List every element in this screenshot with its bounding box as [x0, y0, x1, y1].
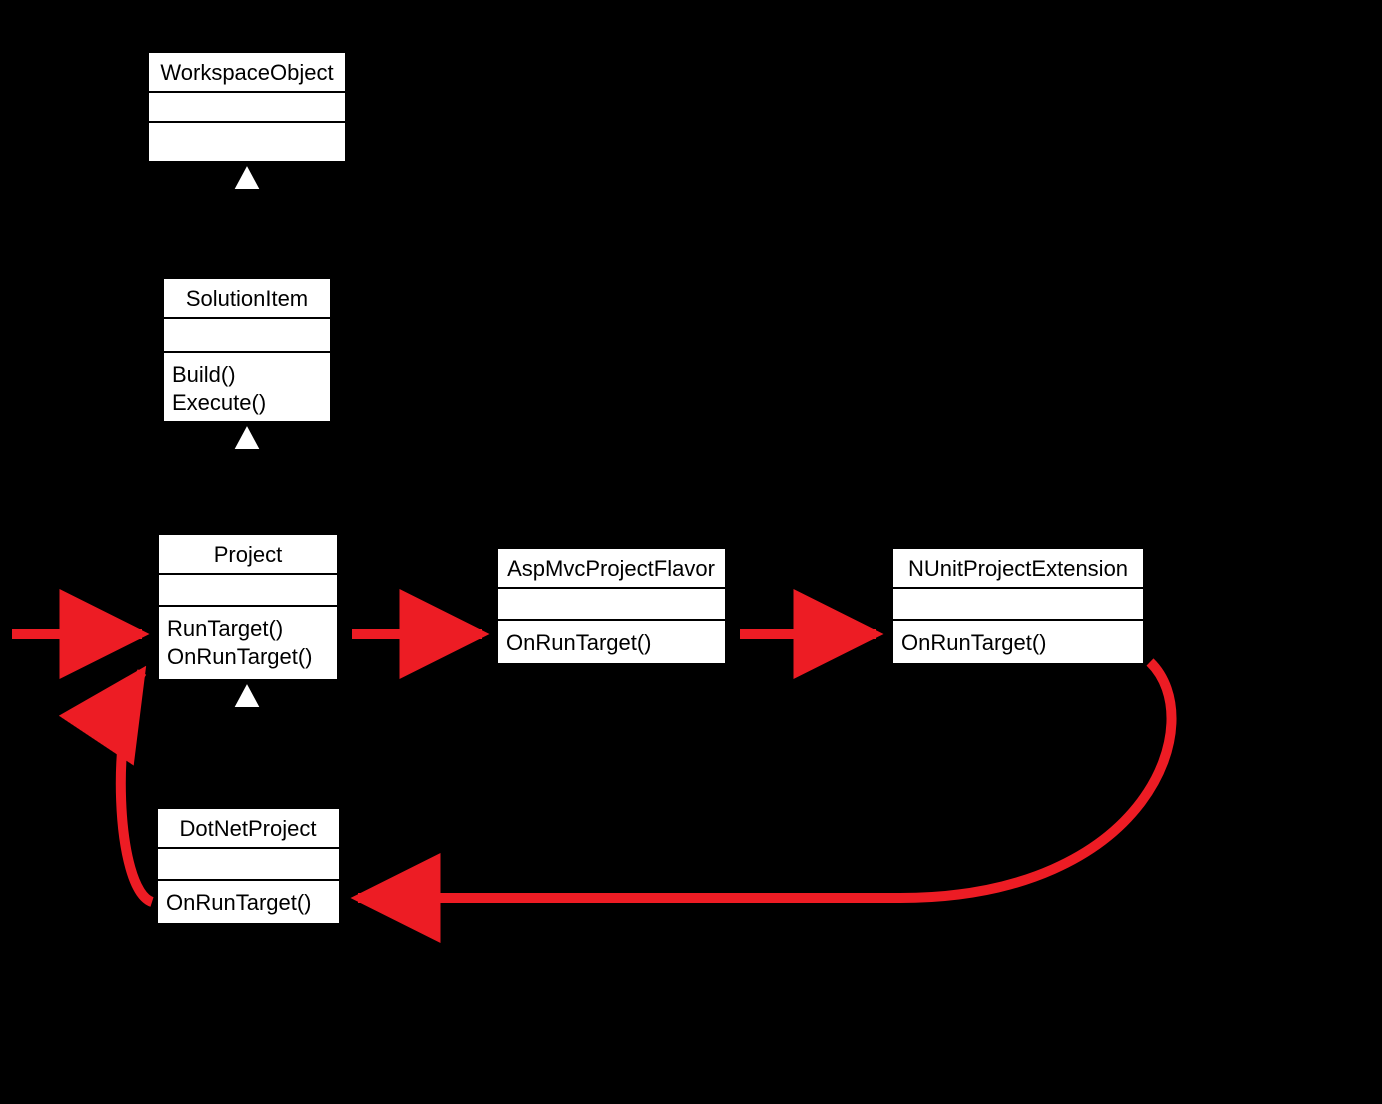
class-workspace-object: WorkspaceObject: [148, 52, 346, 162]
class-title: AspMvcProjectFlavor: [507, 556, 715, 581]
class-title: SolutionItem: [186, 286, 308, 311]
method-onruntarget: OnRunTarget(): [167, 644, 313, 669]
class-aspmvc-project-flavor: AspMvcProjectFlavor OnRunTarget(): [497, 548, 726, 664]
class-nunit-project-extension: NUnitProjectExtension OnRunTarget(): [892, 548, 1144, 664]
method-onruntarget: OnRunTarget(): [166, 890, 312, 915]
class-title: DotNetProject: [180, 816, 317, 841]
method-build: Build(): [172, 362, 236, 387]
arrow-dotnet-to-project: [121, 672, 152, 902]
class-title: NUnitProjectExtension: [908, 556, 1128, 581]
method-runtarget: RunTarget(): [167, 616, 283, 641]
class-title: Project: [214, 542, 282, 567]
arrow-nunit-to-dotnet: [358, 662, 1172, 898]
class-title: WorkspaceObject: [160, 60, 333, 85]
method-execute: Execute(): [172, 390, 266, 415]
method-onruntarget: OnRunTarget(): [506, 630, 652, 655]
class-solution-item: SolutionItem Build() Execute(): [163, 278, 331, 422]
class-dotnet-project: DotNetProject OnRunTarget(): [157, 808, 340, 924]
class-project: Project RunTarget() OnRunTarget(): [158, 534, 338, 680]
method-onruntarget: OnRunTarget(): [901, 630, 1047, 655]
uml-diagram: WorkspaceObject SolutionItem Build() Exe…: [0, 0, 1382, 1104]
